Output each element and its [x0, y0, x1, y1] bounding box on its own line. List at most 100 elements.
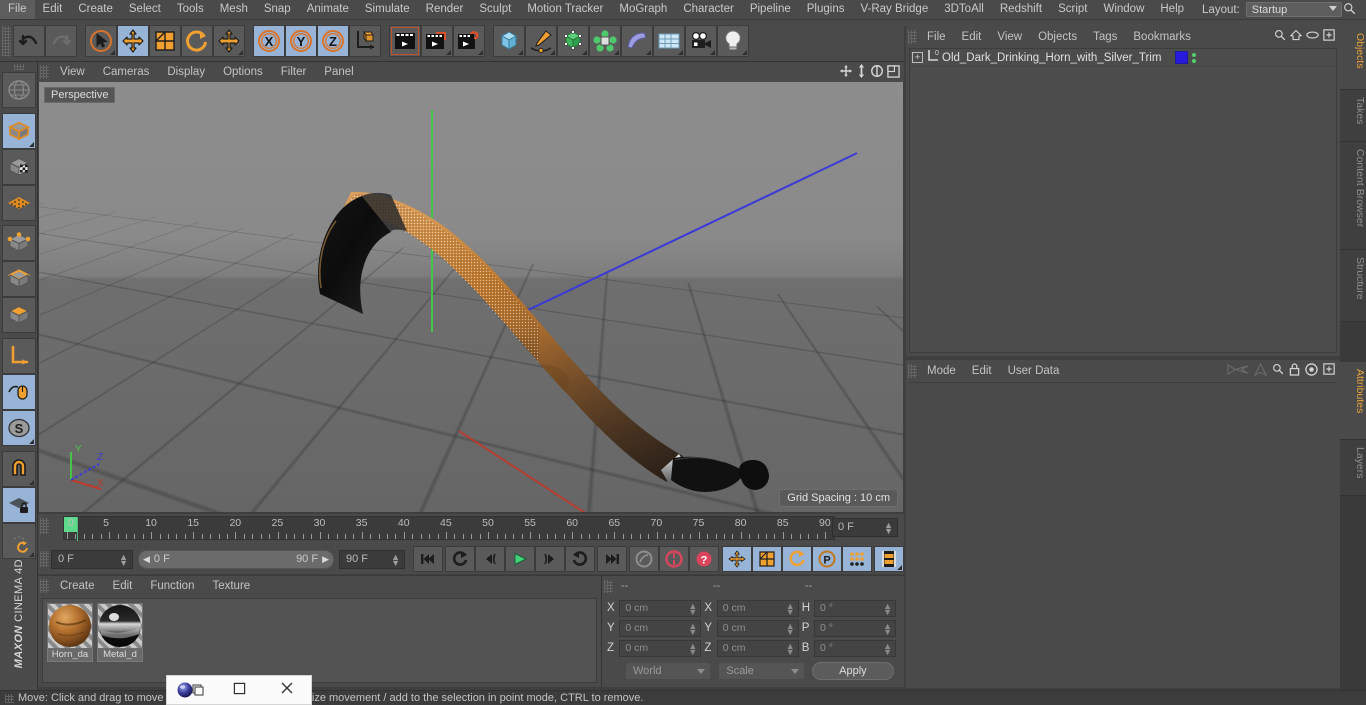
status-bar-grip[interactable]: [5, 693, 14, 703]
menu-item-redshift[interactable]: Redshift: [992, 0, 1050, 19]
step-back-button[interactable]: [474, 546, 505, 572]
material-item[interactable]: Horn_da: [47, 603, 93, 678]
menu-item-animate[interactable]: Animate: [299, 0, 357, 19]
menu-item-select[interactable]: Select: [121, 0, 169, 19]
record-keyframe-button[interactable]: ?: [689, 546, 720, 572]
material-menu-texture[interactable]: Texture: [203, 577, 259, 596]
attribute-manager-grip[interactable]: [908, 363, 917, 378]
render-region-button[interactable]: [421, 24, 453, 57]
coord-rotation-h-field[interactable]: 0 ° ▲ ▼: [814, 599, 897, 617]
coord-rotation-b-field[interactable]: 0 ° ▲ ▼: [814, 639, 897, 657]
axis-mode-button[interactable]: [1, 338, 36, 375]
scene-button[interactable]: [653, 24, 685, 57]
attribute-menu-user-data[interactable]: User Data: [1000, 361, 1068, 381]
menu-item-vray-bridge[interactable]: V-Ray Bridge: [852, 0, 936, 19]
material-preview-metal[interactable]: [97, 603, 143, 649]
redo-button[interactable]: [45, 24, 77, 57]
timeline-toggle-button[interactable]: [873, 546, 904, 572]
target-icon[interactable]: [1305, 362, 1318, 379]
rotate-view-icon[interactable]: [870, 64, 884, 80]
workplane-lock-button[interactable]: [1, 486, 36, 523]
spline-pen-button[interactable]: [525, 24, 557, 57]
range-left-arrow-icon[interactable]: ◀: [143, 554, 150, 565]
previous-key-button[interactable]: [444, 546, 475, 572]
workplane-mode-button[interactable]: [1, 184, 36, 221]
material-preview-horn[interactable]: [47, 603, 93, 649]
menu-item-tools[interactable]: Tools: [169, 0, 212, 19]
menu-item-motion-tracker[interactable]: Motion Tracker: [519, 0, 611, 19]
step-forward-button[interactable]: [534, 546, 565, 572]
spinner-icon[interactable]: ▲ ▼: [391, 552, 400, 567]
minimize-window-button[interactable]: [215, 682, 263, 698]
menu-item-sculpt[interactable]: Sculpt: [471, 0, 519, 19]
light-button[interactable]: [717, 24, 749, 57]
add-tab-icon[interactable]: [1323, 363, 1335, 378]
rotation-key-button[interactable]: [781, 546, 812, 572]
spinner-icon[interactable]: ▲ ▼: [883, 641, 892, 656]
x-axis-lock-button[interactable]: X: [253, 24, 285, 57]
maximize-view-icon[interactable]: [887, 64, 900, 80]
timeline-grip-handle[interactable]: [40, 518, 49, 534]
close-window-button[interactable]: [263, 681, 311, 699]
menu-item-help[interactable]: Help: [1152, 0, 1192, 19]
viewport-menu-panel[interactable]: Panel: [315, 63, 362, 82]
menu-item-character[interactable]: Character: [675, 0, 742, 19]
menu-item-edit[interactable]: Edit: [35, 0, 71, 19]
spinner-icon[interactable]: ▲ ▼: [786, 601, 795, 616]
viewport-menu-display[interactable]: Display: [158, 63, 214, 82]
coordinates-grip[interactable]: [604, 579, 613, 593]
viewport-3d-canvas[interactable]: Perspective Grid Spacing : 10 cm Y X Z: [39, 82, 903, 512]
scale-snap-button[interactable]: S: [1, 410, 36, 447]
object-menu-view[interactable]: View: [989, 27, 1030, 47]
spinner-icon[interactable]: ▲ ▼: [688, 641, 697, 656]
zoom-view-icon[interactable]: [856, 64, 867, 80]
object-menu-bookmarks[interactable]: Bookmarks: [1125, 27, 1199, 47]
add-layer-icon[interactable]: [1323, 29, 1335, 44]
menu-item-3dtoall[interactable]: 3DToAll: [936, 0, 992, 19]
vtab-layers[interactable]: Layers: [1340, 440, 1366, 496]
point-level-animation-button[interactable]: [841, 546, 872, 572]
spinner-icon[interactable]: ▲ ▼: [119, 552, 128, 567]
spinner-icon[interactable]: ▲ ▼: [883, 621, 892, 636]
range-right-arrow-icon[interactable]: ▶: [322, 554, 329, 565]
viewport-menu-options[interactable]: Options: [214, 63, 272, 82]
drinking-horn-model[interactable]: [39, 82, 903, 512]
coord-size-y-field[interactable]: 0 cm ▲ ▼: [716, 619, 799, 637]
menu-item-pipeline[interactable]: Pipeline: [742, 0, 799, 19]
deformer-button[interactable]: [589, 24, 621, 57]
viewport-menu-cameras[interactable]: Cameras: [94, 63, 159, 82]
scale-key-button[interactable]: [751, 546, 782, 572]
move-alt-button[interactable]: [213, 24, 245, 57]
toolbar-grip-handle[interactable]: [2, 25, 11, 56]
material-menu-create[interactable]: Create: [51, 577, 104, 596]
left-palette-grip[interactable]: [13, 64, 24, 71]
autokey-button[interactable]: [629, 546, 660, 572]
timeline-current-frame-field[interactable]: 0 F ▲ ▼: [832, 518, 898, 537]
object-row[interactable]: + 0 Old_Dark_Drinking_Horn_with_Silver_T…: [910, 49, 1336, 67]
menu-item-window[interactable]: Window: [1095, 0, 1152, 19]
object-menu-tags[interactable]: Tags: [1085, 27, 1125, 47]
back-nav-icon[interactable]: [1227, 363, 1249, 379]
edges-mode-button[interactable]: [1, 261, 36, 298]
go-to-start-button[interactable]: [413, 546, 443, 572]
timeline-end-field[interactable]: 90 F ▲ ▼: [339, 549, 405, 569]
play-button[interactable]: [504, 546, 535, 572]
rotate-tool-button[interactable]: [181, 24, 213, 57]
coord-size-z-field[interactable]: 0 cm ▲ ▼: [716, 639, 799, 657]
spinner-icon[interactable]: ▲ ▼: [688, 621, 697, 636]
attribute-content-area[interactable]: [909, 382, 1337, 685]
viewport-grip-handle[interactable]: [40, 65, 49, 79]
coordinates-apply-button[interactable]: Apply: [811, 662, 895, 680]
home-icon[interactable]: [1290, 29, 1302, 44]
lock-icon[interactable]: [1289, 362, 1300, 379]
undo-button[interactable]: [13, 24, 45, 57]
vtab-content-browser[interactable]: Content Browser: [1340, 142, 1366, 250]
polygons-mode-button[interactable]: [1, 297, 36, 334]
spinner-icon[interactable]: ▲ ▼: [786, 621, 795, 636]
object-tree[interactable]: + 0 Old_Dark_Drinking_Horn_with_Silver_T…: [909, 48, 1337, 353]
move-tool-button[interactable]: [117, 24, 149, 57]
menu-item-create[interactable]: Create: [70, 0, 121, 19]
expand-toggle-icon[interactable]: +: [912, 52, 923, 63]
menu-item-snap[interactable]: Snap: [256, 0, 299, 19]
vtab-structure[interactable]: Structure: [1340, 250, 1366, 322]
